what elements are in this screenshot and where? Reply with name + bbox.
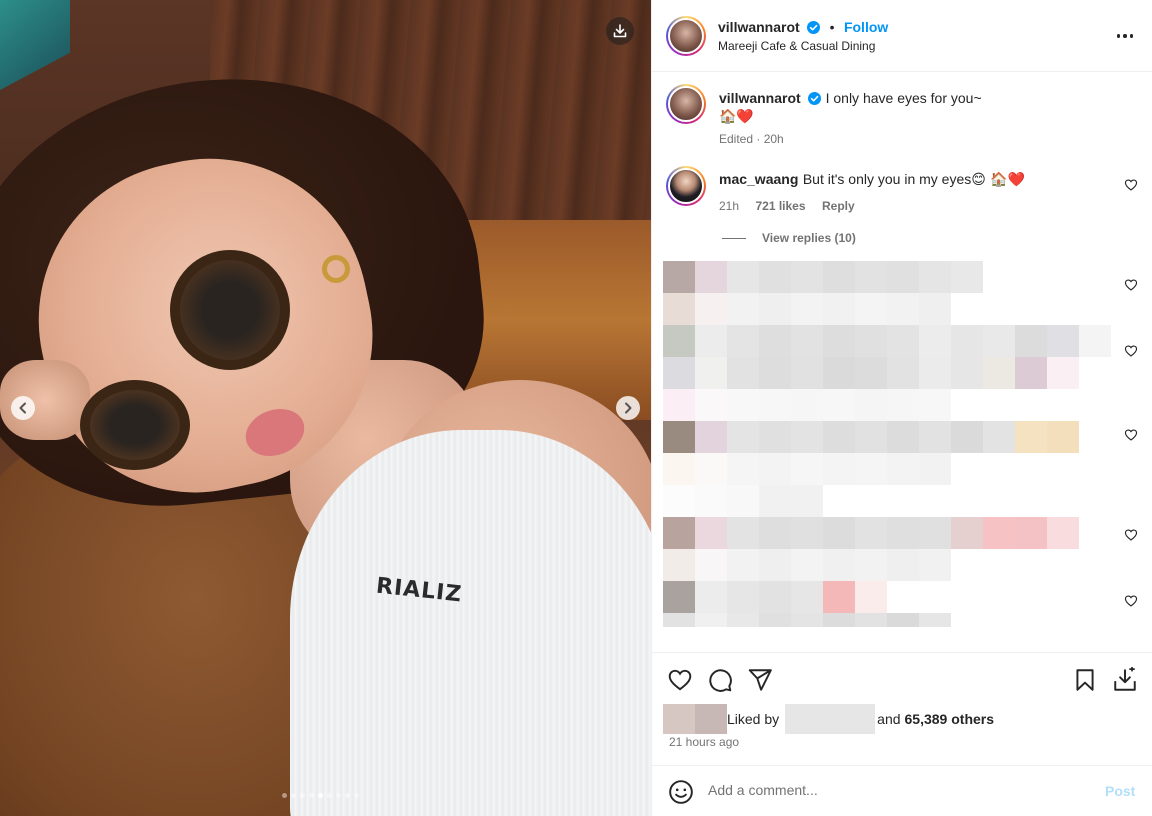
post-timestamp[interactable]: 21 hours ago [669, 735, 739, 749]
comment-like-heart-icon[interactable] [1124, 178, 1138, 192]
white-tank-top [290, 430, 651, 816]
liker-avatar [695, 704, 727, 734]
reply-button[interactable]: Reply [822, 199, 855, 213]
liked-by-conj: and [877, 711, 901, 727]
comment: mac_waang But it's only you in my eyes😊 … [719, 171, 1119, 215]
redacted-comment-block [663, 325, 1111, 357]
post-detail-panel: villwannarot • Follow Mareeji Cafe & Cas… [651, 0, 1152, 816]
slide-dot [345, 793, 350, 798]
liked-by-others[interactable]: 65,389 others [905, 711, 995, 727]
comment-like-heart-icon[interactable] [1124, 594, 1138, 608]
verified-badge-icon [807, 21, 821, 34]
download-button[interactable] [606, 17, 634, 45]
comment-likes[interactable]: 721 likes [755, 199, 805, 213]
redacted-comment-block [663, 485, 855, 517]
more-options-button[interactable] [1114, 26, 1136, 46]
redacted-comment-block [663, 453, 951, 485]
comment-like-heart-icon[interactable] [1124, 278, 1138, 292]
comment-emoji: 😊 🏠❤️ [971, 172, 1026, 188]
post-comment-button[interactable]: Post [1105, 783, 1135, 799]
redacted-comment-block [663, 389, 951, 421]
author-avatar[interactable] [666, 16, 706, 56]
chevron-left-icon [19, 402, 26, 414]
post-actions: Liked by and 65,389 others 21 hours ago … [652, 652, 1152, 816]
liked-by-prefix: Liked by [727, 711, 780, 727]
slide-dot [336, 793, 341, 798]
slide-indicator [282, 793, 359, 798]
redacted-comment-block [663, 517, 1079, 549]
background-window [0, 0, 70, 91]
redacted-comment-block [663, 261, 983, 293]
slide-dot [354, 793, 359, 798]
comment-like-heart-icon[interactable] [1124, 344, 1138, 358]
gold-earring [322, 255, 350, 283]
comment-username[interactable]: mac_waang [719, 171, 798, 187]
sunglasses-right-lens [170, 250, 290, 370]
more-horizontal-icon [1116, 34, 1121, 38]
caption-username[interactable]: villwannarot [719, 90, 801, 106]
comment-like-heart-icon[interactable] [1124, 528, 1138, 542]
follow-button[interactable]: Follow [844, 19, 888, 35]
next-slide-button[interactable] [616, 396, 640, 420]
replies-divider [722, 237, 746, 239]
slide-dot [309, 793, 314, 798]
view-replies-button[interactable]: View replies (10) [722, 231, 856, 245]
liker-username-redacted [785, 704, 876, 734]
download-icon [613, 24, 627, 38]
redacted-comment-block [663, 581, 887, 613]
heart-icon[interactable] [667, 667, 693, 693]
slide-dot [327, 793, 332, 798]
caption-meta: Edited · 20h [719, 132, 784, 146]
bookmark-icon[interactable] [1072, 667, 1098, 693]
caption-emoji: 🏠❤️ [719, 109, 754, 125]
emoji-icon[interactable] [668, 779, 694, 805]
save-to-collection-icon[interactable] [1112, 667, 1138, 693]
comment-composer: Post [652, 765, 1152, 816]
comment-text: But it's only you in my eyes [802, 171, 972, 187]
view-replies-label: View replies (10) [762, 231, 856, 245]
header-separator: • [829, 19, 835, 35]
caption-author-avatar[interactable] [666, 84, 706, 124]
sunglasses-left-lens [80, 380, 190, 470]
caption-text: I only have eyes for you~ [825, 90, 982, 106]
redacted-comment-block [663, 549, 951, 581]
liker-avatar [663, 704, 695, 734]
author-username[interactable]: villwannarot [718, 19, 800, 35]
post-media[interactable]: RIALIZ [0, 0, 651, 816]
comment-input[interactable] [708, 782, 1088, 798]
comment-icon[interactable] [707, 667, 733, 693]
slide-dot [282, 793, 287, 798]
caption: villwannarot I only have eyes for you~ 🏠… [719, 90, 1139, 146]
post-header: villwannarot • Follow Mareeji Cafe & Cas… [652, 0, 1152, 72]
previous-slide-button[interactable] [11, 396, 35, 420]
chevron-right-icon [625, 402, 632, 414]
location-link[interactable]: Mareeji Cafe & Casual Dining [718, 39, 875, 53]
slide-dot [300, 793, 305, 798]
verified-badge-icon [808, 92, 822, 105]
redacted-comment-block [663, 357, 1079, 389]
redacted-comment-block [663, 613, 951, 645]
redacted-comment-block [663, 421, 1079, 453]
slide-dot [291, 793, 296, 798]
liked-by[interactable]: Liked by and 65,389 others [663, 704, 994, 734]
comment-time: 21h [719, 199, 740, 213]
share-icon[interactable] [747, 667, 773, 693]
slide-dot [318, 793, 323, 798]
redacted-comment-block [663, 293, 951, 325]
commenter-avatar[interactable] [666, 166, 706, 206]
comment-like-heart-icon[interactable] [1124, 428, 1138, 442]
